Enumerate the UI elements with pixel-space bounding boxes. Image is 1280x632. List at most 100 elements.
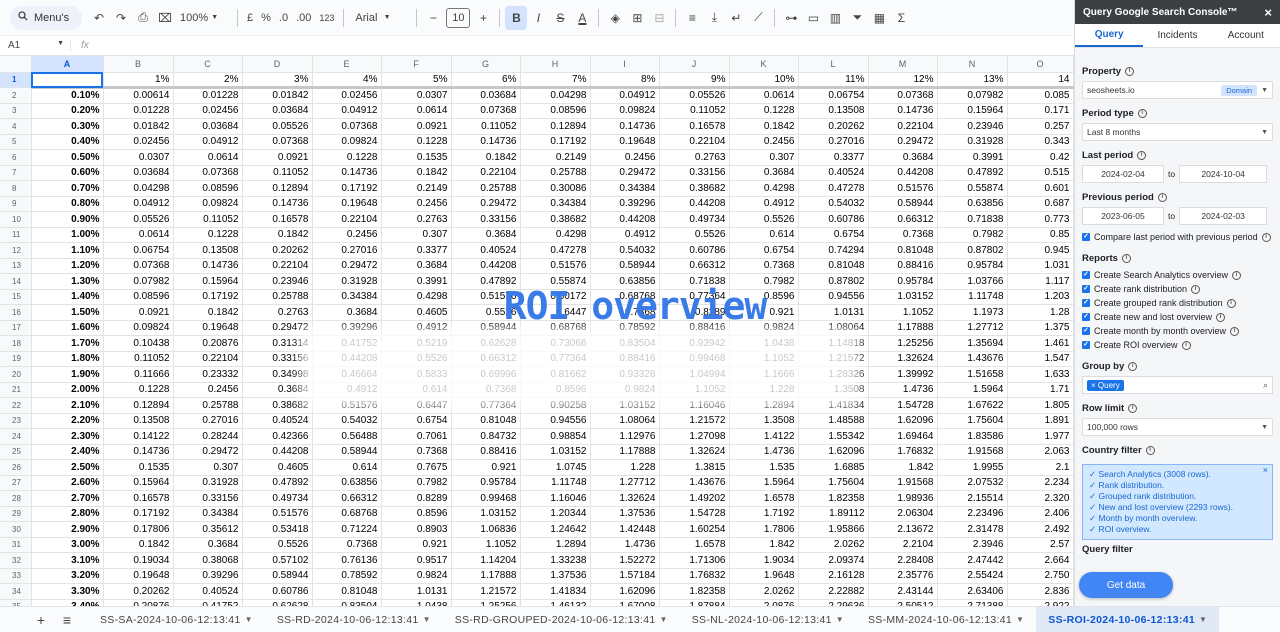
cell[interactable]: 2.35776 [868,568,938,584]
close-icon[interactable]: × [1264,5,1272,20]
text-wrap-icon[interactable]: ↵ [725,6,747,30]
cell[interactable]: 0.69996 [451,366,521,383]
cell[interactable]: 0.73066 [520,335,591,352]
cell[interactable]: 0.51576 [520,258,591,274]
cell[interactable]: 0.11052 [103,351,174,367]
cell[interactable]: 0.2456 [381,196,452,212]
cell[interactable]: 0.0614 [729,87,799,104]
cell[interactable]: 0.1842 [173,304,243,321]
cell[interactable]: 1.203 [1007,289,1074,305]
cell[interactable]: 0.29472 [868,134,938,150]
cell[interactable]: 0.1842 [381,165,452,181]
row-header[interactable]: 31 [0,537,32,553]
row-header[interactable]: 3 [0,103,32,119]
cell[interactable]: 0.07368 [103,258,174,274]
cell[interactable]: 0.9517 [381,552,452,569]
row-header[interactable]: 2 [0,87,32,104]
cell[interactable]: 9% [659,72,730,89]
cell[interactable]: 1.42448 [590,521,660,538]
cell[interactable]: 1.43676 [937,351,1008,367]
cell[interactable]: 14 [1007,72,1074,89]
cell[interactable]: 0.5526 [659,227,730,243]
sheet-tab[interactable]: SS-MM-2024-10-06-12:13:41 ▼ [856,607,1036,632]
cell[interactable]: 10% [729,72,799,89]
cell[interactable]: 0.68768 [520,320,591,336]
cell[interactable] [31,72,104,89]
column-header-a[interactable]: A [31,56,104,73]
cell[interactable]: 0.7368 [312,537,382,553]
cell[interactable]: 0.62628 [451,335,521,352]
cell[interactable]: 1.17888 [868,320,938,336]
cell[interactable]: 0.16578 [103,490,174,507]
cell[interactable]: 0.14736 [173,258,243,274]
cell[interactable]: 1.67008 [590,599,660,606]
cell[interactable]: 1.32624 [659,444,730,460]
cell[interactable]: 0.3684 [381,258,452,274]
cell[interactable]: 2.30% [31,428,104,445]
sheet-tab[interactable]: SS-ROI-2024-10-06-12:13:41 ▼ [1036,606,1220,632]
cell[interactable]: 1.11748 [520,475,591,491]
cell[interactable]: 0.87802 [937,242,1008,259]
cell[interactable]: 2.3946 [937,537,1008,553]
cell[interactable]: 0.01842 [103,118,174,135]
cell[interactable]: 0.6754 [729,242,799,259]
cell[interactable]: 0.44208 [242,444,313,460]
cell[interactable]: 0.80% [31,196,104,212]
cell[interactable]: 0.3684 [451,227,521,243]
cell[interactable]: 0.03684 [103,165,174,181]
cell[interactable]: 0.2763 [242,304,313,321]
info-icon[interactable]: i [1125,67,1135,76]
cell[interactable]: 0.40% [31,134,104,150]
cell[interactable]: 1.91568 [937,444,1008,460]
cell[interactable]: 0.81048 [451,413,521,429]
cell[interactable]: 1.76832 [868,444,938,460]
cell[interactable]: 2.2104 [868,537,938,553]
cell[interactable]: 0.20876 [173,335,243,352]
cell[interactable]: 0.27016 [798,134,869,150]
cell[interactable]: 1.10% [31,242,104,259]
cell[interactable]: 0.42366 [242,428,313,445]
cell[interactable]: 2.60% [31,475,104,491]
cell[interactable]: 0.78592 [590,320,660,336]
row-header[interactable]: 7 [0,165,32,181]
cell[interactable]: 1.87884 [659,599,730,606]
cell[interactable]: 1.1052 [868,304,938,321]
cell[interactable]: 2.90% [31,521,104,538]
cell[interactable]: 0.63856 [937,196,1008,212]
row-header[interactable]: 12 [0,242,32,259]
cell[interactable]: 0.01228 [103,103,174,119]
cell[interactable]: 2.50% [31,459,104,476]
chevron-down-icon[interactable]: ▼ [660,615,668,624]
cell[interactable]: 0.99468 [451,490,521,507]
cell[interactable]: 0.38682 [659,180,730,197]
cell[interactable]: 0.7368 [590,304,660,321]
bold-icon[interactable]: B [505,5,528,30]
cell[interactable]: 0.22104 [173,351,243,367]
currency-button[interactable]: £ [243,6,257,30]
cell[interactable]: 1.1052 [451,537,521,553]
cell[interactable]: 0.5526 [729,211,799,228]
cell[interactable]: 2.836 [1007,583,1074,600]
horizontal-align-icon[interactable]: ≡ [681,6,703,30]
cell[interactable]: 0.13508 [103,413,174,429]
cell[interactable]: 0.4298 [729,180,799,197]
cell[interactable]: 2.47442 [937,552,1008,569]
cell[interactable]: 1.25256 [868,335,938,352]
cell[interactable]: 1.5964 [729,475,799,491]
undo-icon[interactable]: ↶ [88,6,110,30]
cell[interactable]: 0.307 [173,459,243,476]
cell[interactable]: 0.20262 [798,118,869,135]
cell[interactable]: 0.28244 [173,428,243,445]
cell[interactable]: 0.1842 [242,227,313,243]
cell[interactable]: 0.0921 [242,149,313,166]
cell[interactable]: 1.14818 [798,335,869,352]
row-header[interactable]: 33 [0,568,32,584]
cell[interactable]: 12% [868,72,938,89]
cell[interactable]: 1.842 [729,537,799,553]
row-header[interactable]: 25 [0,444,32,460]
cell[interactable]: 1.1666 [729,366,799,383]
text-color-icon[interactable]: A [571,6,593,30]
cell[interactable]: 0.81662 [520,366,591,383]
cell[interactable]: 1.27712 [937,320,1008,336]
cell[interactable]: 2.57 [1007,537,1074,553]
